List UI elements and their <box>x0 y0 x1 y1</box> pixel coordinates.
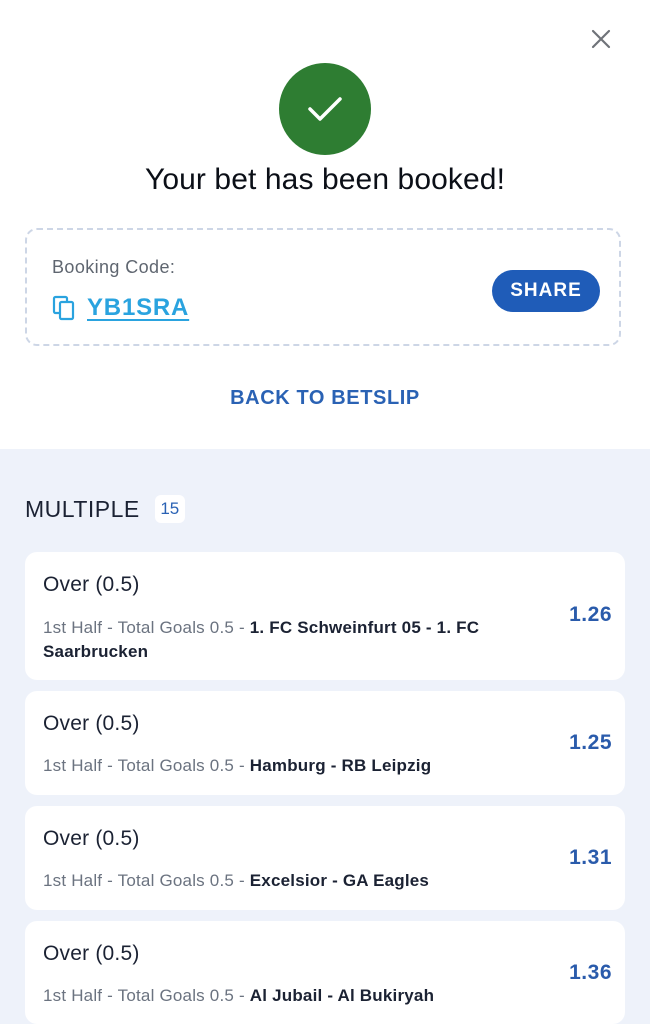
back-to-betslip-link[interactable]: BACK TO BETSLIP <box>0 387 650 410</box>
booking-code-label: Booking Code: <box>52 257 176 277</box>
selection-odds: 1.25 <box>569 731 612 754</box>
selection-odds: 1.26 <box>569 603 612 626</box>
selection-description: 1st Half - Total Goals 0.5 - Hamburg - R… <box>43 754 503 778</box>
copy-icon[interactable] <box>52 295 76 321</box>
selection-count-badge: 15 <box>154 495 185 523</box>
booking-confirmation-panel: Your bet has been booked! Booking Code: … <box>0 0 650 449</box>
selection-odds: 1.36 <box>569 961 612 984</box>
selection-market: 1st Half - Total Goals 0.5 - <box>43 756 245 775</box>
share-button[interactable]: SHARE <box>492 270 600 312</box>
selection-card[interactable]: Over (0.5) 1st Half - Total Goals 0.5 - … <box>25 552 625 680</box>
selection-description: 1st Half - Total Goals 0.5 - Excelsior -… <box>43 869 503 893</box>
selection-card[interactable]: Over (0.5) 1st Half - Total Goals 0.5 - … <box>25 921 625 1024</box>
booking-code-card: Booking Code: YB1SRA SHARE <box>25 228 621 346</box>
selection-market: 1st Half - Total Goals 0.5 - <box>43 871 245 890</box>
close-button[interactable] <box>585 23 617 55</box>
selection-card[interactable]: Over (0.5) 1st Half - Total Goals 0.5 - … <box>25 806 625 910</box>
selection-match: Al Jubail - Al Bukiryah <box>249 986 435 1005</box>
selection-match: Hamburg - RB Leipzig <box>249 756 432 775</box>
betslip-header: MULTIPLE 15 <box>25 495 185 523</box>
selection-market: 1st Half - Total Goals 0.5 - <box>43 618 245 637</box>
selection-pick: Over (0.5) <box>43 942 140 965</box>
bet-type-label: MULTIPLE <box>25 495 140 522</box>
selection-description: 1st Half - Total Goals 0.5 - Al Jubail -… <box>43 984 503 1008</box>
booking-code-copy[interactable]: YB1SRA <box>52 294 189 322</box>
confirmation-title: Your bet has been booked! <box>144 163 506 196</box>
selection-market: 1st Half - Total Goals 0.5 - <box>43 986 245 1005</box>
selection-pick: Over (0.5) <box>43 827 140 850</box>
selection-odds: 1.31 <box>569 846 612 869</box>
selection-pick: Over (0.5) <box>43 573 140 596</box>
selection-description: 1st Half - Total Goals 0.5 - 1. FC Schwe… <box>43 616 503 664</box>
close-icon[interactable] <box>590 28 612 50</box>
success-indicator <box>279 63 371 155</box>
selection-card[interactable]: Over (0.5) 1st Half - Total Goals 0.5 - … <box>25 691 625 795</box>
checkmark-icon <box>308 97 342 121</box>
booking-code-value[interactable]: YB1SRA <box>87 294 189 322</box>
selection-match: Excelsior - GA Eagles <box>249 871 430 890</box>
selection-pick: Over (0.5) <box>43 712 140 735</box>
